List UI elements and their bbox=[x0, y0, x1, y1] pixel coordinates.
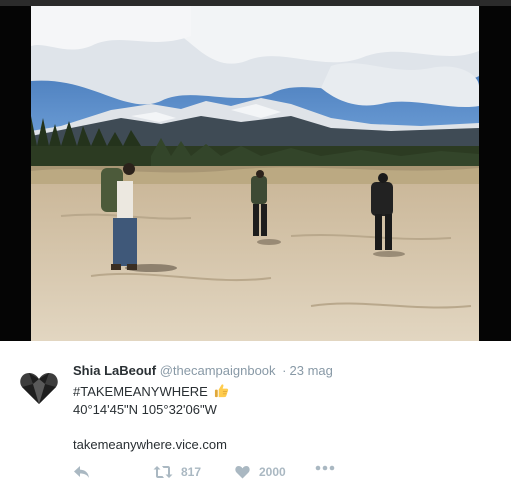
thumbs-up-emoji-icon bbox=[215, 384, 229, 398]
reply-icon bbox=[74, 466, 89, 478]
author-handle[interactable]: @thecampaignbook bbox=[160, 363, 276, 378]
hashtag[interactable]: #TAKEMEANYWHERE bbox=[73, 384, 208, 399]
like-button[interactable]: 2000 bbox=[235, 465, 286, 479]
tweet-header: Shia LaBeouf @thecampaignbook · 23 mag bbox=[73, 363, 333, 378]
tweet-text-line1: #TAKEMEANYWHERE bbox=[73, 383, 229, 399]
heart-icon bbox=[235, 466, 250, 479]
tweet-coordinates: 40°14'45"N 105°32'06"W bbox=[73, 402, 217, 417]
separator: · bbox=[282, 363, 287, 378]
tweet: Shia LaBeouf @thecampaignbook · 23 mag #T… bbox=[0, 341, 511, 497]
more-icon bbox=[315, 465, 335, 471]
retweet-count: 817 bbox=[181, 465, 202, 479]
more-button[interactable] bbox=[315, 465, 335, 471]
tweet-photo[interactable] bbox=[31, 6, 479, 341]
tweet-actions: 817 2000 bbox=[73, 465, 373, 481]
author-name[interactable]: Shia LaBeouf bbox=[73, 363, 156, 378]
tweet-link[interactable]: takemeanywhere.vice.com bbox=[73, 437, 227, 452]
media-frame bbox=[0, 6, 511, 341]
reply-button[interactable] bbox=[73, 465, 90, 479]
heart-avatar-icon[interactable] bbox=[20, 370, 58, 406]
like-count: 2000 bbox=[259, 465, 286, 479]
retweet-button[interactable]: 817 bbox=[153, 465, 201, 479]
retweet-icon bbox=[153, 466, 173, 478]
timestamp[interactable]: 23 mag bbox=[290, 363, 333, 378]
